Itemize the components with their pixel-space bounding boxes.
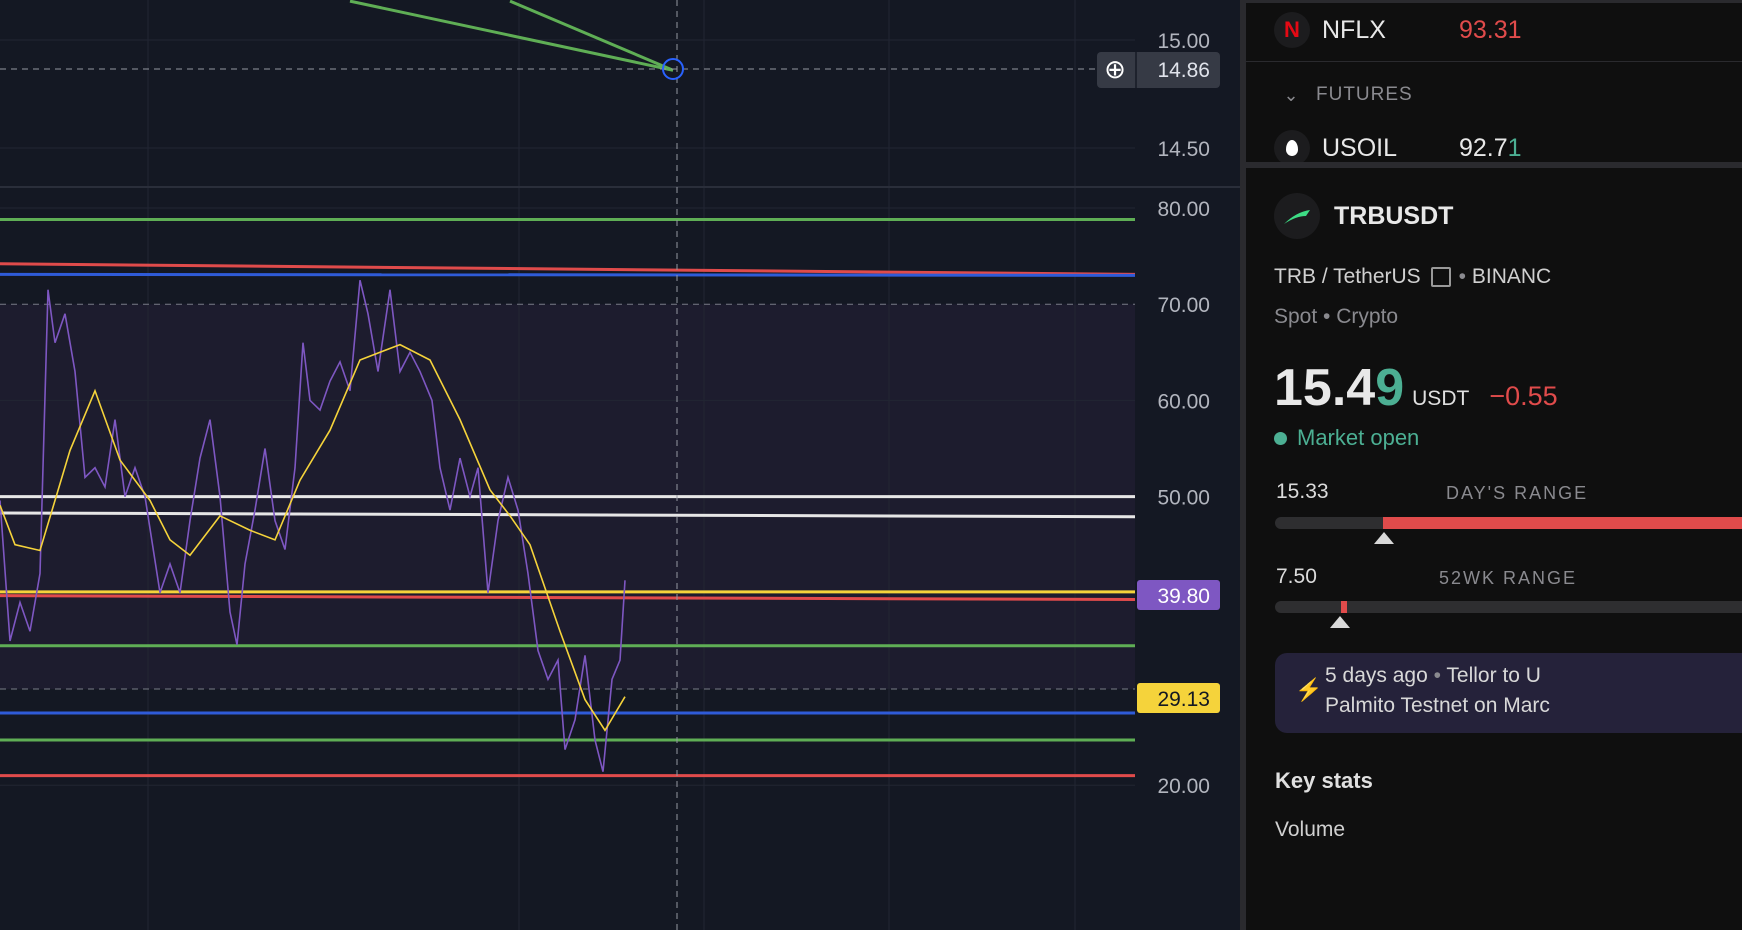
rsi-axis-tick: 20.00 — [1157, 775, 1210, 798]
week52-range-label: 52WK RANGE — [1439, 568, 1578, 588]
day-range-bar — [1275, 517, 1742, 529]
price-axis-tick: 15.00 — [1157, 30, 1210, 53]
add-alert-plus-icon[interactable]: ⊕ — [1104, 55, 1126, 85]
horizontal-line — [0, 272, 1136, 277]
external-link-icon[interactable] — [1430, 267, 1451, 287]
last-price: 15.4 9 USDT −0.55 — [1274, 359, 1558, 417]
right-sidebar: N NFLX 93.31 ⌄ FUTURES USOIL 92.71 TRBUS… — [1246, 0, 1742, 930]
futures-section-toggle[interactable]: ⌄ FUTURES — [1274, 84, 1413, 106]
news-card[interactable]: ⚡ 5 days ago • Tellor to U Palmito Testne… — [1275, 653, 1742, 733]
volume-label: Volume — [1275, 818, 1346, 841]
watchlist-item-usoil[interactable]: USOIL — [1274, 130, 1397, 166]
day-range-marker-icon — [1374, 532, 1394, 544]
symbol-description: TRB / TetherUS • BINANC — [1274, 265, 1552, 289]
section-label: FUTURES — [1316, 84, 1413, 105]
week52-low: 7.50 — [1276, 565, 1317, 588]
market-status: Market open — [1274, 425, 1419, 451]
crosshair-price-text: 14.86 — [1157, 59, 1210, 82]
news-headline: Tellor to U — [1446, 664, 1541, 687]
symbol-label: NFLX — [1322, 15, 1386, 44]
chart-area[interactable]: 15.00 14.50 80.00 70.00 60.00 50.00 20.00 ⊕ 14.8… — [0, 0, 1240, 930]
rsi-axis-tick: 70.00 — [1157, 294, 1210, 317]
oil-drop-icon — [1274, 130, 1310, 166]
price-axis-tick: 14.50 — [1157, 138, 1210, 161]
horizontal-line — [0, 262, 1136, 276]
separator — [1135, 52, 1137, 88]
price-pane — [0, 0, 1240, 187]
tellor-logo-icon — [1274, 193, 1320, 239]
lightning-icon: ⚡ — [1295, 677, 1323, 702]
day-range-label: DAY'S RANGE — [1446, 483, 1589, 503]
status-dot-icon — [1274, 431, 1287, 445]
netflix-logo-icon: N — [1274, 12, 1310, 48]
news-time: 5 days ago — [1325, 664, 1428, 687]
key-stats-heading: Key stats — [1275, 768, 1373, 793]
symbol-type: Spot • Crypto — [1274, 305, 1399, 328]
ma-value-text: 29.13 — [1157, 688, 1210, 711]
symbol-header: TRBUSDT — [1274, 193, 1453, 239]
watchlist-item-nflx[interactable]: N NFLX — [1274, 12, 1386, 48]
price-label: 93.31 — [1459, 16, 1522, 44]
rsi-axis-tick: 80.00 — [1157, 198, 1210, 221]
symbol-ticker: TRBUSDT — [1334, 201, 1454, 230]
price-change: −0.55 — [1489, 381, 1558, 411]
rsi-axis-tick: 50.00 — [1157, 487, 1210, 510]
rsi-value-text: 39.80 — [1157, 585, 1210, 608]
week52-range-bar — [1275, 601, 1742, 613]
week52-range-marker-icon — [1330, 616, 1350, 628]
day-low: 15.33 — [1276, 480, 1329, 503]
rsi-axis-tick: 60.00 — [1157, 390, 1210, 413]
symbol-label: USOIL — [1322, 133, 1398, 162]
exchange-link[interactable]: BINANC — [1472, 265, 1551, 289]
price-label: 92.71 — [1459, 134, 1522, 162]
chevron-down-icon: ⌄ — [1283, 84, 1299, 105]
